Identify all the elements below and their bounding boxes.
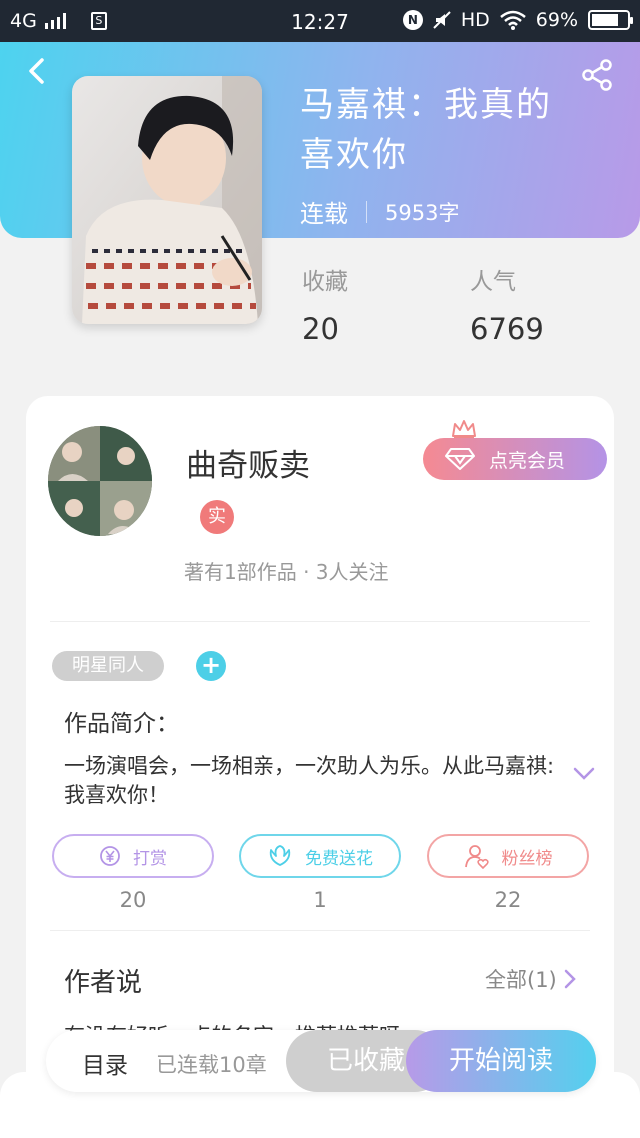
flower-icon [269,845,291,866]
hd-label: HD [460,9,490,31]
book-title: 马嘉祺：我真的喜欢你 [300,85,552,175]
vip-button-label: 点亮会员 [489,449,566,472]
stat-favorites: 收藏 20 [302,262,348,346]
stat-value: 20 [302,312,339,346]
crown-icon [452,420,476,439]
chapter-count: 已连载10章 [156,1053,267,1077]
meta-divider [366,200,367,223]
activate-vip-button[interactable]: 点亮会员 [423,438,607,480]
back-arrow-icon[interactable] [22,56,52,86]
stat-value: 6769 [470,312,544,346]
chevron-down-icon[interactable] [572,766,596,782]
genre-tag[interactable]: 明星同人 [52,651,164,681]
table-of-contents-button[interactable]: 目录 [82,1046,128,1080]
stat-label: 人气 [470,269,516,295]
chevron-right-icon [564,969,576,989]
view-all-link[interactable]: 全部(1) [485,964,577,994]
share-icon[interactable] [580,58,614,92]
stat-popularity: 人气 6769 [470,262,544,346]
intro-title: 作品简介： [64,711,179,737]
user-heart-icon [464,845,489,869]
flower-label: 免费送花 [305,848,373,869]
author-summary: 著有1部作品 · 3人关注 [184,560,389,584]
intro-text: 一场演唱会，一场相亲，一次助人为乐。从此马嘉祺:我喜欢你！ [64,754,555,807]
fan-rank-count: 22 [494,888,522,912]
verified-badge: 实 [200,500,234,534]
stat-label: 收藏 [302,269,348,295]
start-reading-button[interactable]: 开始阅读 [406,1030,596,1092]
diamond-icon [445,448,475,470]
author-says-title: 作者说 [64,968,143,998]
battery-percent: 69% [535,9,578,31]
author-avatar[interactable] [48,426,152,536]
add-tag-button[interactable]: + [196,651,226,681]
send-flower-button[interactable]: 免费送花 [239,834,401,878]
book-status: 连载 [300,200,348,228]
book-cover-image[interactable] [72,76,262,324]
view-all-label: 全部(1) [485,968,557,992]
divider [50,621,590,622]
fan-rank-button[interactable]: 粉丝榜 [427,834,589,878]
wifi-icon [499,10,526,30]
book-meta: 连载 5953字 [300,194,459,229]
tip-label: 打赏 [133,848,167,869]
status-bar: 4G S 12:27 N HD 69% [0,0,640,42]
divider [50,930,590,931]
mute-icon [433,11,451,29]
yen-coin-icon [100,846,120,866]
nfc-icon: N [402,10,423,30]
author-name[interactable]: 曲奇贩卖 [186,440,310,485]
tip-count: 20 [119,888,147,912]
battery-icon [588,10,633,30]
fan-rank-label: 粉丝榜 [501,848,553,869]
tip-button[interactable]: 打赏 [52,834,214,878]
word-count: 5953字 [385,200,460,225]
flower-count: 1 [313,888,327,912]
